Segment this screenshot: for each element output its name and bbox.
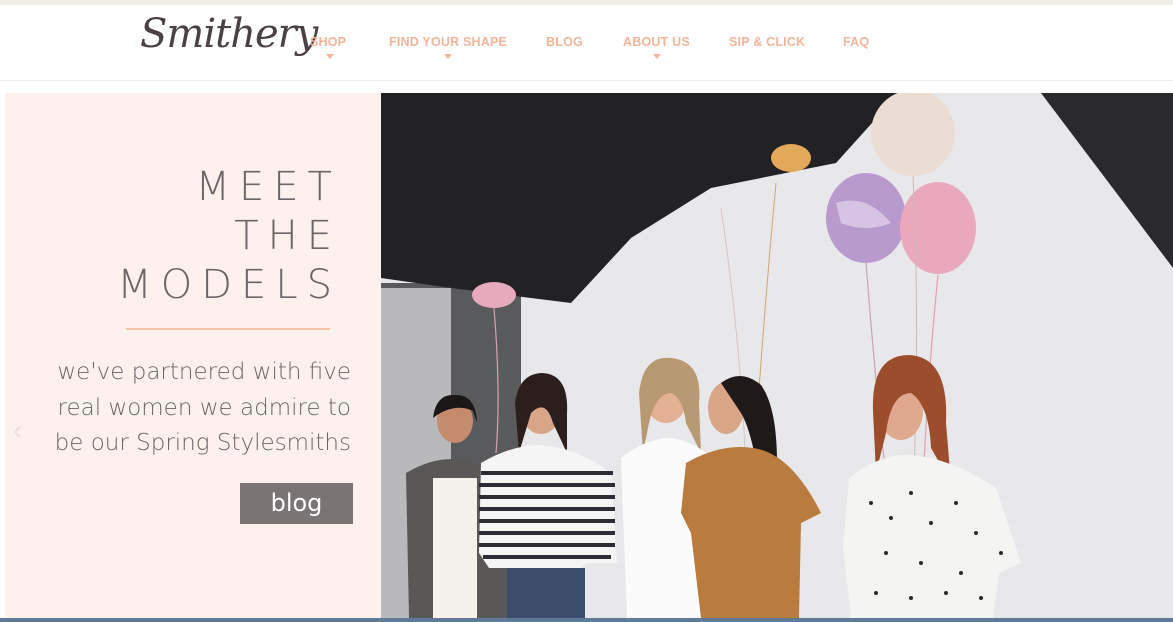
- nav-item-label: BLOG: [546, 35, 583, 49]
- nav-item-label: FIND YOUR SHAPE: [389, 35, 508, 49]
- nav-item-label: FAQ: [843, 35, 870, 49]
- nav-item-label: SIP & CLICK: [729, 35, 806, 49]
- hero-subtitle-line: be our Spring Stylesmiths: [54, 430, 351, 456]
- nav-item-shop[interactable]: SHOP: [310, 35, 347, 59]
- caret-down-icon: [653, 54, 661, 59]
- caret-down-icon: [326, 54, 334, 59]
- hero-slider: ‹ MEET THE MODELS we've partnered with f…: [5, 93, 1173, 618]
- nav-item-label: SHOP: [310, 35, 347, 49]
- bottom-border: [0, 618, 1173, 622]
- nav-item-label: ABOUT US: [623, 35, 690, 49]
- hero-subtitle-line: real women we admire to: [57, 394, 352, 421]
- hero-text-panel: ‹ MEET THE MODELS we've partnered with f…: [5, 93, 381, 618]
- hero-photo: [381, 93, 1173, 618]
- blog-button[interactable]: blog: [240, 483, 353, 524]
- hero-title: MEET THE MODELS: [41, 163, 341, 310]
- site-header: Smithery SHOP FIND YOUR SHAPE BLOG ABOUT…: [0, 5, 1173, 81]
- hero-title-line: MEET: [195, 164, 341, 210]
- nav-item-sip-and-click[interactable]: SIP & CLICK: [729, 35, 805, 49]
- nav-item-find-your-shape[interactable]: FIND YOUR SHAPE: [389, 35, 508, 59]
- hero-subtitle-line: we've partnered with five: [57, 359, 351, 385]
- hero-title-line: THE: [234, 213, 341, 259]
- hero-subtitle: we've partnered with five real women we …: [21, 355, 351, 462]
- caret-down-icon: [444, 54, 452, 59]
- hero-title-line: MODELS: [117, 262, 341, 308]
- nav-item-about-us[interactable]: ABOUT US: [623, 35, 690, 59]
- nav-item-blog[interactable]: BLOG: [546, 35, 583, 49]
- main-nav: SHOP FIND YOUR SHAPE BLOG ABOUT US SIP &…: [0, 5, 1173, 80]
- nav-item-faq[interactable]: FAQ: [843, 35, 869, 49]
- hero-photo-illustration: [381, 93, 1173, 618]
- hero-divider: [126, 328, 330, 330]
